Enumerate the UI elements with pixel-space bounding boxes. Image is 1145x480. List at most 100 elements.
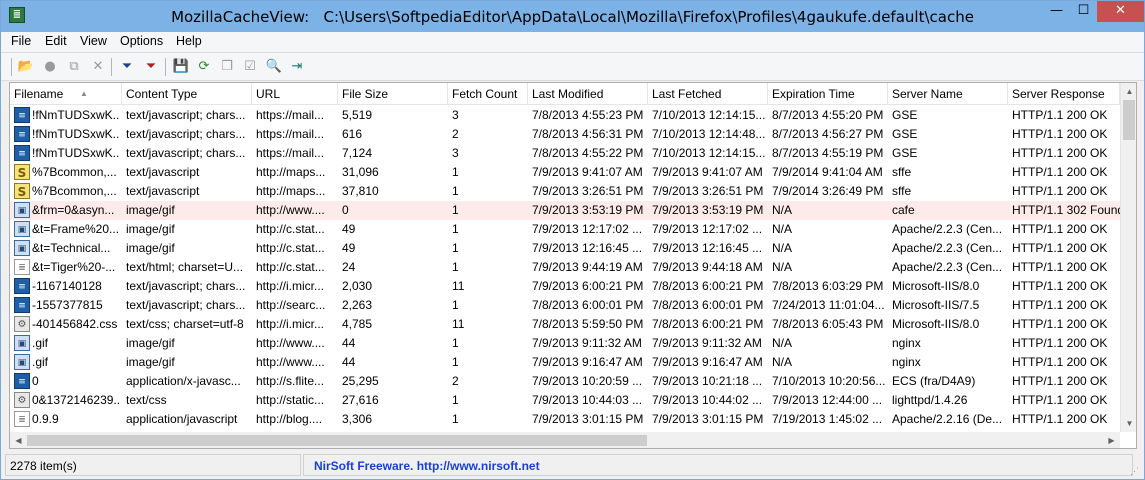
vertical-scroll-thumb[interactable] — [1123, 100, 1135, 140]
scroll-right-icon[interactable]: ▶ — [1103, 432, 1120, 448]
table-row[interactable]: ≡ !fNmTUDSxwK... text/javascript; chars...… — [10, 144, 1120, 163]
cell-url: http://searc... — [256, 298, 326, 312]
horizontal-scrollbar[interactable]: ◀ ▶ — [10, 432, 1120, 448]
table-row[interactable]: ≡ -1557377815 text/javascript; chars... htt… — [10, 296, 1120, 315]
filename-text: .gif — [32, 336, 49, 350]
minimize-button[interactable]: — — [1043, 1, 1070, 22]
cell-filename: ≡ -1557377815 — [10, 296, 122, 315]
cell-url: http://www.... — [256, 355, 325, 369]
maximize-button[interactable]: ☐ — [1070, 1, 1097, 22]
save-icon[interactable]: 💾 — [171, 57, 191, 77]
cell-last-fetched: 7/8/2013 6:00:21 PM — [652, 279, 764, 293]
properties-icon[interactable]: ☑ — [240, 57, 260, 77]
column-server-name[interactable]: Server Name — [888, 83, 1008, 105]
filename-text: .gif — [32, 355, 49, 369]
table-row[interactable]: ▣ .gif image/gif http://www.... 44 1 7/9/2013 … — [10, 353, 1120, 372]
cache-list[interactable]: Filename ▲ Content Type URL File Size Fet… — [9, 82, 1137, 449]
cell-last-modified: 7/9/2013 3:01:15 PM — [532, 412, 644, 426]
cell-expiration-time: 7/9/2013 12:44:00 ... — [772, 393, 883, 407]
nirsoft-link[interactable]: NirSoft Freeware. http://www.nirsoft.net — [314, 459, 540, 473]
cell-content-type: text/javascript; chars... — [126, 279, 246, 293]
refresh-icon[interactable]: ⟳ — [194, 57, 214, 77]
stop-icon[interactable]: ● — [40, 57, 60, 77]
cell-file-size: 5,519 — [342, 108, 373, 122]
menu-edit[interactable]: Edit — [41, 34, 71, 48]
table-row[interactable]: ≡ !fNmTUDSxwK... text/javascript; chars...… — [10, 106, 1120, 125]
column-last-modified[interactable]: Last Modified — [528, 83, 648, 105]
cell-url: http://c.stat... — [256, 260, 325, 274]
cell-content-type: text/css; charset=utf-8 — [126, 317, 244, 331]
horizontal-scroll-thumb[interactable] — [27, 435, 647, 446]
column-fetch-count[interactable]: Fetch Count — [448, 83, 528, 105]
table-row[interactable]: ▣ &frm=0&asyn... image/gif http://www.... 0 1… — [10, 201, 1120, 220]
filename-text: !fNmTUDSxwK... — [32, 108, 120, 122]
menu-file[interactable]: File — [7, 34, 35, 48]
html-report-icon[interactable]: 🔍 — [264, 57, 284, 77]
cell-server-name: GSE — [892, 127, 918, 141]
cell-last-fetched: 7/9/2013 10:44:02 ... — [652, 393, 763, 407]
table-row[interactable]: ▣ .gif image/gif http://www.... 44 1 7/9/2013 … — [10, 334, 1120, 353]
column-content-type[interactable]: Content Type — [122, 83, 252, 105]
column-file-size[interactable]: File Size — [338, 83, 448, 105]
table-row[interactable]: ≡ -1167140128 text/javascript; chars... htt… — [10, 277, 1120, 296]
table-row[interactable]: ⚙ 0&1372146239... text/css http://static...… — [10, 391, 1120, 410]
table-row[interactable]: ≣ 0.9.9 application/javascript http://blog.… — [10, 410, 1120, 429]
column-last-fetched[interactable]: Last Fetched — [648, 83, 768, 105]
cell-fetch-count: 1 — [452, 184, 459, 198]
open-folder-icon[interactable]: 📂 — [16, 57, 36, 77]
menu-options[interactable]: Options — [116, 34, 167, 48]
cell-file-size: 27,616 — [342, 393, 379, 407]
menu-view[interactable]: View — [76, 34, 111, 48]
cell-filename: ⚙ 0&1372146239... — [10, 391, 122, 410]
cell-url: http://s.flite... — [256, 374, 325, 388]
close-button[interactable]: ✕ — [1097, 1, 1144, 22]
copy-files-icon[interactable]: ⧉ — [64, 57, 84, 77]
table-row[interactable]: S %7Bcommon,... text/javascript http://maps… — [10, 182, 1120, 201]
javascript-file-icon: S — [14, 164, 30, 180]
cell-file-size: 44 — [342, 355, 356, 369]
cell-last-modified: 7/9/2013 10:44:03 ... — [532, 393, 643, 407]
vertical-scrollbar[interactable]: ▲ ▼ — [1120, 83, 1136, 432]
cell-url: http://c.stat... — [256, 222, 325, 236]
scroll-up-icon[interactable]: ▲ — [1121, 83, 1136, 100]
delete-icon[interactable]: ✕ — [88, 57, 108, 77]
table-row[interactable]: ⚙ -401456842.css text/css; charset=utf-8 ht… — [10, 315, 1120, 334]
scroll-down-icon[interactable]: ▼ — [1121, 415, 1136, 432]
column-url[interactable]: URL — [252, 83, 338, 105]
cell-url: https://mail... — [256, 127, 325, 141]
column-filename[interactable]: Filename ▲ — [10, 83, 122, 105]
cell-last-fetched: 7/9/2013 9:41:07 AM — [652, 165, 763, 179]
cell-expiration-time: 7/10/2013 10:20:56... — [772, 374, 886, 388]
table-row[interactable]: ≡ !fNmTUDSxwK... text/javascript; chars...… — [10, 125, 1120, 144]
cell-server-name: Apache/2.2.3 (Cen... — [892, 222, 1003, 236]
table-row[interactable]: S %7Bcommon,... text/javascript http://maps… — [10, 163, 1120, 182]
exit-icon[interactable]: ⇥ — [287, 57, 307, 77]
title-bar[interactable]: ≣ MozillaCacheView: C:\Users\SoftpediaEd… — [1, 1, 1144, 32]
cell-filename: ≣ 0.9.9 — [10, 410, 122, 429]
cell-server-response: HTTP/1.1 200 OK — [1012, 241, 1108, 255]
cell-file-size: 616 — [342, 127, 363, 141]
table-row[interactable]: ▣ &t=Frame%20... image/gif http://c.stat...… — [10, 220, 1120, 239]
cell-expiration-time: N/A — [772, 336, 793, 350]
copy-icon[interactable]: ❐ — [217, 57, 237, 77]
table-row[interactable]: ≡ 0 application/x-javasc... http://s.flite.… — [10, 372, 1120, 391]
cell-server-response: HTTP/1.1 302 Found — [1012, 203, 1120, 217]
cell-fetch-count: 3 — [452, 108, 459, 122]
cell-last-fetched: 7/9/2013 9:44:18 AM — [652, 260, 763, 274]
cell-server-response: HTTP/1.1 200 OK — [1012, 336, 1108, 350]
table-row[interactable]: ▣ &t=Technical... image/gif http://c.stat..… — [10, 239, 1120, 258]
filter-icon[interactable]: ⏷ — [117, 57, 137, 77]
menu-help[interactable]: Help — [172, 34, 206, 48]
filename-text: -401456842.css — [32, 317, 118, 331]
column-expiration-time[interactable]: Expiration Time — [768, 83, 888, 105]
cell-server-name: sffe — [892, 184, 912, 198]
resize-grip-icon[interactable]: ⋰ — [1130, 465, 1142, 477]
column-server-response[interactable]: Server Response — [1008, 83, 1120, 105]
clear-filter-icon[interactable]: ⏷ — [141, 57, 161, 77]
cell-file-size: 4,785 — [342, 317, 373, 331]
cell-file-size: 24 — [342, 260, 356, 274]
table-row[interactable]: ≣ &t=Tiger%20-... text/html; charset=U... h… — [10, 258, 1120, 277]
cell-server-name: GSE — [892, 108, 918, 122]
cell-fetch-count: 2 — [452, 374, 459, 388]
scroll-left-icon[interactable]: ◀ — [10, 432, 27, 448]
